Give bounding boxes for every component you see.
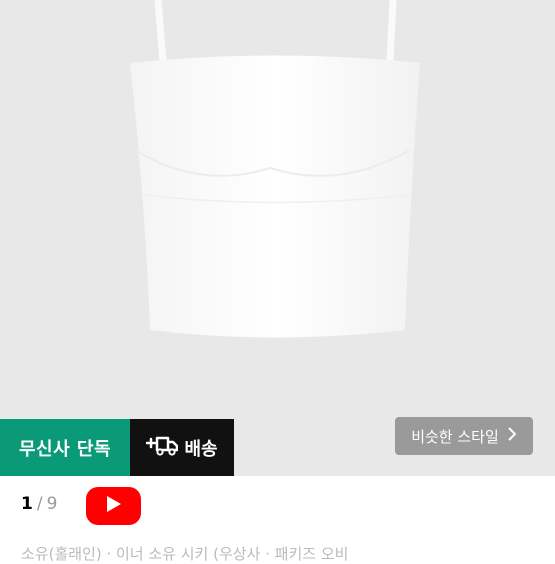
video-button[interactable]: [86, 487, 141, 525]
pager-total: 9: [46, 494, 58, 514]
product-image[interactable]: [0, 0, 555, 476]
delivery-badge: 배송: [130, 419, 234, 476]
exclusive-badge: 무신사 단독: [0, 419, 130, 476]
similar-style-label: 비슷한 스타일: [411, 427, 499, 446]
youtube-play-icon: [106, 495, 122, 517]
product-description: 소유(홀래인) · 이너 소유 시키 (우상사 · 패키즈 오비: [21, 545, 349, 563]
pager-separator: /: [36, 494, 43, 514]
truck-plus-icon: [146, 434, 179, 461]
similar-style-button[interactable]: 비슷한 스타일: [395, 417, 533, 455]
pager-current: 1: [21, 494, 33, 514]
tube-top-illustration: [130, 0, 420, 338]
image-pager: 1 / 9: [21, 494, 57, 514]
exclusive-badge-label: 무신사 단독: [18, 438, 112, 460]
delivery-badge-label: 배송: [184, 438, 218, 460]
chevron-right-icon: [507, 427, 517, 445]
